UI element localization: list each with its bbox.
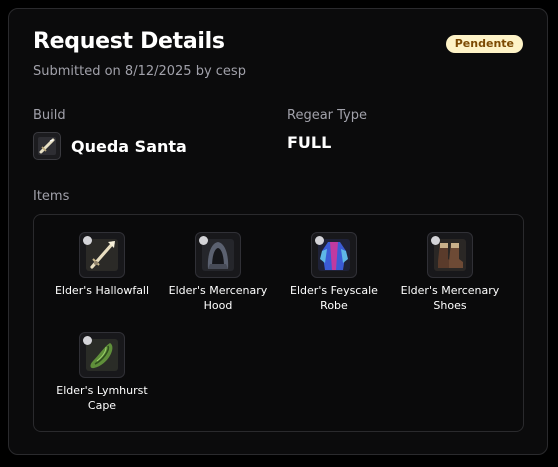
- tier-badge: [315, 236, 324, 245]
- item-name: Elder's Lymhurst Cape: [56, 384, 148, 412]
- regear-type-label: Regear Type: [287, 108, 367, 123]
- sword-icon: [33, 132, 61, 160]
- robe-icon: [311, 232, 357, 278]
- submission-info: Submitted on 8/12/2025 by cesp: [33, 64, 246, 79]
- item-name: Elder's Hallowfall: [54, 284, 150, 297]
- staff-icon: [79, 232, 125, 278]
- tier-badge: [431, 236, 440, 245]
- item-card: Elder's Hallowfall: [43, 232, 161, 298]
- request-details-card: Request Details Submitted on 8/12/2025 b…: [8, 8, 548, 455]
- items-grid: Elder's Hallowfall Elder's Mercenary Hoo…: [33, 214, 524, 432]
- item-name: Elder's Feyscale Robe: [290, 284, 378, 312]
- shoes-icon: [427, 232, 473, 278]
- tier-badge: [83, 236, 92, 245]
- build-value: Queda Santa: [33, 131, 187, 161]
- item-card: Elder's Mercenary Hood: [159, 232, 277, 313]
- item-name: Elder's Mercenary Hood: [168, 284, 268, 312]
- page-title: Request Details: [33, 29, 225, 54]
- status-badge: Pendente: [445, 35, 523, 53]
- item-card: Elder's Feyscale Robe: [275, 232, 393, 313]
- cape-icon: [79, 332, 125, 378]
- item-card: Elder's Lymhurst Cape: [43, 332, 161, 413]
- tier-badge: [199, 236, 208, 245]
- hood-icon: [195, 232, 241, 278]
- tier-badge: [83, 336, 92, 345]
- build-label: Build: [33, 108, 66, 123]
- item-name: Elder's Mercenary Shoes: [400, 284, 500, 312]
- regear-type-value: FULL: [287, 133, 332, 152]
- items-label: Items: [33, 189, 70, 204]
- item-card: Elder's Mercenary Shoes: [391, 232, 509, 313]
- build-name: Queda Santa: [71, 136, 187, 156]
